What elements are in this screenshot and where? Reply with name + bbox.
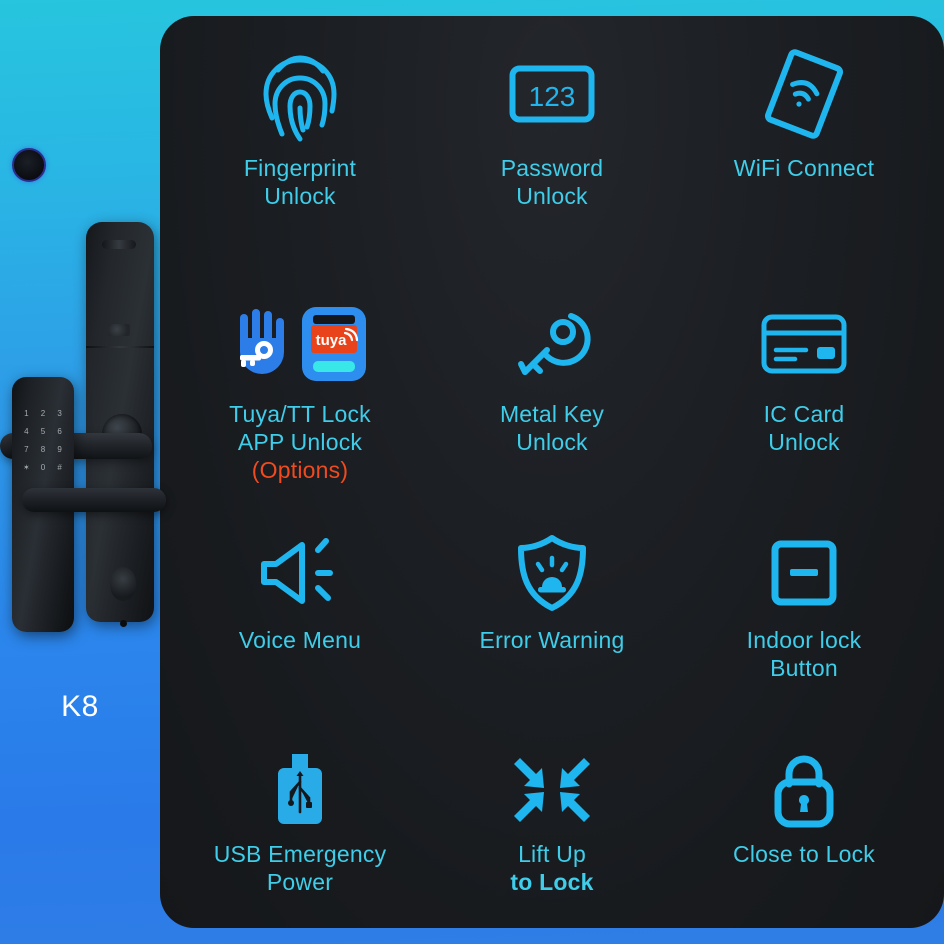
feature-label-line2: Unlock [516,429,588,456]
feature-label: IC Card Unlock [760,400,849,456]
fingerprint-icon [263,46,337,142]
feature-label: Password Unlock [497,154,608,210]
feature-label: USB Emergency Power [210,840,391,896]
fingerprint-reader-ring [12,148,46,182]
feature-item-wifi-connect: WiFi Connect [678,34,930,288]
feature-item-indoor-lock-button: Indoor lock Button [678,520,930,740]
feature-label-line1: USB Emergency [213,841,387,867]
feature-label-line1: Close to Lock [733,841,875,867]
tuya-wordmark: tuya [316,332,348,349]
feature-label: WiFi Connect [730,154,878,182]
rear-panel-seam [86,346,154,348]
rear-screw-dot [120,620,127,627]
keypad-key: 5 [40,427,46,436]
feature-item-password-unlock: 123 Password Unlock [426,34,678,288]
wifi-phone-icon [764,49,844,139]
feature-label-line1: Lift Up [518,841,586,867]
keypad-key: 1 [24,409,29,418]
feature-label-line1: IC Card [763,401,845,427]
rear-sensor-strip [102,240,136,249]
feature-label-line1: Password [500,155,604,181]
keypad-key: # [57,463,62,472]
metal-key-icon [513,304,591,384]
feature-label-line1: Error Warning [479,627,625,653]
tt-lock-hand-key-icon [232,308,292,380]
feature-item-close-to-lock: Close to Lock [678,740,930,928]
password-123-icon: 123 [509,65,595,123]
feature-label-line1: Tuya/TT Lock [229,401,371,427]
feature-label-line1: Fingerprint [243,155,357,181]
keypad-key: 6 [57,427,62,436]
keypad-key: 4 [24,427,29,436]
feature-item-lift-up-to-lock: Lift Up to Lock [426,740,678,928]
feature-label-line2: Unlock [768,429,840,456]
feature-label-line1: WiFi Connect [733,155,875,181]
keypad-key: 2 [40,409,46,418]
keypad-key: 7 [24,445,29,454]
usb-plug-icon [277,752,323,828]
minus-square-icon [771,540,837,606]
keypad-key: ✶ [22,463,30,472]
feature-item-usb-emergency-power: USB Emergency Power [174,740,426,928]
feature-label-line1: Indoor lock [746,627,862,653]
feature-item-fingerprint-unlock: Fingerprint Unlock [174,34,426,288]
feature-label: Lift Up to Lock [506,840,597,896]
svg-text:123: 123 [529,81,576,112]
lock-rear-panel [86,222,154,627]
product-model-label: K8 [61,690,99,723]
feature-label: Fingerprint Unlock [240,154,360,210]
shield-alarm-icon [516,535,588,611]
tuya-app-icon: tuya [300,305,368,383]
feature-label: Tuya/TT Lock APP Unlock (Options) [225,400,375,484]
feature-label-line2: Power [266,869,334,896]
feature-label-line2: Unlock [264,183,336,210]
feature-label: Metal Key Unlock [496,400,608,456]
feature-item-voice-menu: Voice Menu [174,520,426,740]
feature-label-line1: Metal Key [499,401,605,427]
feature-item-metal-key-unlock: Metal Key Unlock [426,288,678,520]
rear-keyhole [110,567,136,601]
feature-grid: Fingerprint Unlock 123 Password Unlock W… [160,16,944,928]
feature-item-tuya-tt-lock-app-unlock: tuya Tuya/TT Lock APP Unlock (Options) [174,288,426,520]
feature-label: Indoor lock Button [743,626,866,682]
arrows-inward-icon [514,754,590,826]
feature-label: Voice Menu [235,626,365,654]
feature-label-options: (Options) [251,457,349,484]
keypad-key: 8 [40,445,46,454]
rear-logo-mark [108,324,130,336]
feature-label: Error Warning [476,626,629,654]
feature-item-ic-card-unlock: IC Card Unlock [678,288,930,520]
front-door-handle [22,488,166,512]
speaker-icon [258,538,342,606]
feature-label-line1: Voice Menu [238,627,362,653]
feature-panel: Fingerprint Unlock 123 Password Unlock W… [160,16,944,928]
feature-label-line2: Button [770,655,838,682]
feature-item-error-warning: Error Warning [426,520,678,740]
feature-label-line2: Unlock [516,183,588,210]
feature-label-line2: to Lock [510,869,594,896]
feature-label-line2: APP Unlock [237,429,363,456]
keypad: 1 2 3 4 5 6 7 8 9 ✶ 0 # [18,405,68,477]
product-photo: 1 2 3 4 5 6 7 8 9 ✶ 0 # K8 [0,0,166,944]
ic-card-icon [761,313,847,375]
padlock-icon [771,752,837,828]
feature-label: Close to Lock [729,840,879,868]
keypad-key: 9 [57,445,62,454]
keypad-key: 0 [40,463,46,472]
keypad-key: 3 [57,409,62,418]
